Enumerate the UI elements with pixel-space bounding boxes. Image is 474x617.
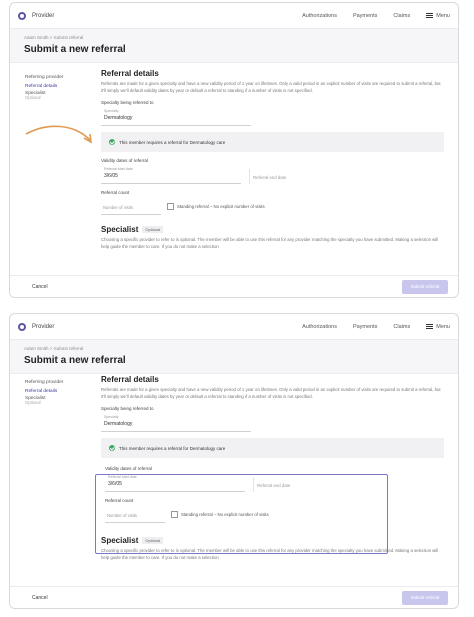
hamburger-icon bbox=[426, 13, 434, 18]
page-header: Adam Smith > Submit referral Submit a ne… bbox=[10, 29, 458, 63]
sidebar-item-referring-provider[interactable]: Referring provider bbox=[25, 378, 63, 387]
specialty-field[interactable]: Specialty Dermatology bbox=[101, 105, 251, 127]
breadcrumb-separator: > bbox=[49, 35, 53, 40]
submit-referral-button[interactable]: Submit referral bbox=[402, 590, 448, 605]
provider-logo-icon bbox=[18, 322, 26, 331]
submit-referral-button[interactable]: Submit referral bbox=[402, 279, 448, 294]
nav-authorizations[interactable]: Authorizations bbox=[302, 13, 337, 19]
specialty-label: Specialty being referred to bbox=[101, 406, 154, 412]
sidebar-item-referral-details[interactable]: Referral details bbox=[25, 387, 63, 396]
nav-claims[interactable]: Claims bbox=[393, 13, 410, 19]
specialist-title: Specialist bbox=[101, 225, 139, 235]
menu-button[interactable]: Menu bbox=[426, 324, 450, 330]
nav-claims[interactable]: Claims bbox=[393, 324, 410, 330]
cancel-button[interactable]: Cancel bbox=[32, 595, 48, 601]
specialty-label: Specialty being referred to bbox=[101, 100, 154, 106]
cancel-button[interactable]: Cancel bbox=[32, 284, 48, 290]
start-date-field[interactable]: Referral start date 3/6/05 bbox=[101, 163, 241, 185]
banner-text: This member requires a referral for Derm… bbox=[119, 445, 226, 451]
specialty-field[interactable]: Specialty Dermatology bbox=[101, 411, 251, 433]
check-circle-icon bbox=[109, 445, 115, 452]
sidebar-optional-label: Optional bbox=[25, 95, 41, 101]
standing-referral-label: Standing referral – No explicit number o… bbox=[177, 204, 265, 210]
nav-payments[interactable]: Payments bbox=[353, 13, 377, 19]
step-sidebar: Referring provider Referral details Spec… bbox=[25, 73, 63, 101]
section-intro: Referrals are made for a given specialty… bbox=[101, 387, 441, 399]
menu-button[interactable]: Menu bbox=[426, 13, 450, 19]
referral-required-banner: This member requires a referral for Derm… bbox=[101, 132, 444, 153]
validity-dates-row: Referral start date 3/6/05 Referral end … bbox=[101, 163, 444, 185]
breadcrumb: Adam Smith > Submit referral bbox=[24, 346, 444, 351]
top-nav-bar: Provider Authorizations Payments Claims … bbox=[10, 3, 458, 29]
nav-authorizations[interactable]: Authorizations bbox=[302, 324, 337, 330]
breadcrumb-current: Submit referral bbox=[53, 346, 84, 351]
menu-label: Menu bbox=[436, 323, 450, 330]
check-circle-icon bbox=[109, 139, 115, 146]
annotation-arrow-icon bbox=[25, 125, 92, 144]
page-title: Submit a new referral bbox=[24, 44, 126, 55]
screenshot-frame-bottom: Provider Authorizations Payments Claims … bbox=[9, 313, 459, 609]
section-intro: Referrals are made for a given specialty… bbox=[101, 81, 441, 93]
start-date-value: 3/6/05 bbox=[104, 173, 118, 180]
nav-payments[interactable]: Payments bbox=[353, 324, 377, 330]
banner-text: This member requires a referral for Derm… bbox=[119, 139, 226, 145]
step-sidebar: Referring provider Referral details Spec… bbox=[25, 378, 63, 406]
breadcrumb-home[interactable]: Adam Smith bbox=[24, 35, 49, 40]
specialty-value: Dermatology bbox=[104, 421, 133, 428]
page-title: Submit a new referral bbox=[24, 355, 126, 366]
referral-required-banner: This member requires a referral for Derm… bbox=[101, 438, 444, 459]
brand-name: Provider bbox=[32, 323, 55, 330]
provider-logo-icon bbox=[18, 11, 26, 20]
sidebar-item-referral-details[interactable]: Referral details bbox=[25, 82, 63, 91]
main-nav: Authorizations Payments Claims Menu bbox=[302, 324, 450, 330]
section-title: Referral details bbox=[101, 375, 159, 384]
sidebar-optional-label: Optional bbox=[25, 400, 41, 406]
specialty-small-label: Specialty bbox=[104, 109, 119, 114]
sidebar-item-referring-provider[interactable]: Referring provider bbox=[25, 73, 63, 82]
referral-details-section: Referral details Referrals are made for … bbox=[101, 69, 444, 251]
standing-referral-checkbox[interactable] bbox=[167, 203, 174, 211]
specialist-description: Choosing a specific provider to refer to… bbox=[101, 237, 439, 249]
specialty-small-label: Specialty bbox=[104, 415, 119, 420]
action-bar: Cancel Submit referral bbox=[10, 275, 458, 297]
optional-badge: Optional bbox=[142, 226, 164, 234]
end-date-placeholder: Referral end date bbox=[253, 175, 287, 181]
breadcrumb: Adam Smith > Submit referral bbox=[24, 35, 444, 40]
hamburger-icon bbox=[426, 324, 434, 329]
count-label: Referral count bbox=[101, 190, 130, 196]
brand-name: Provider bbox=[32, 12, 55, 19]
end-date-field[interactable]: Referral end date bbox=[249, 169, 399, 185]
menu-label: Menu bbox=[436, 12, 450, 19]
breadcrumb-home[interactable]: Adam Smith bbox=[24, 346, 49, 351]
main-nav: Authorizations Payments Claims Menu bbox=[302, 13, 450, 19]
breadcrumb-separator: > bbox=[49, 346, 53, 351]
count-row: Number of visits Standing referral – No … bbox=[101, 198, 444, 216]
breadcrumb-current: Submit referral bbox=[53, 35, 84, 40]
page-header: Adam Smith > Submit referral Submit a ne… bbox=[10, 340, 458, 374]
start-date-small-label: Referral start date bbox=[104, 167, 133, 172]
number-of-visits-input[interactable]: Number of visits bbox=[101, 198, 161, 216]
action-bar: Cancel Submit referral bbox=[10, 586, 458, 608]
specialist-header: Specialist Optional bbox=[101, 225, 444, 234]
focus-highlight-box bbox=[95, 474, 388, 554]
top-nav-bar: Provider Authorizations Payments Claims … bbox=[10, 314, 458, 340]
specialty-value: Dermatology bbox=[104, 115, 133, 122]
section-title: Referral details bbox=[101, 69, 159, 78]
